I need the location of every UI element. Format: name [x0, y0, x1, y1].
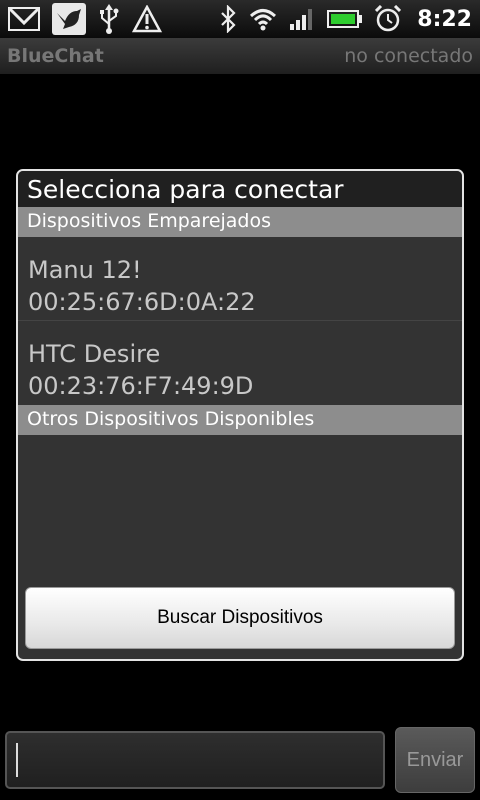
other-devices-list	[18, 435, 462, 577]
dialog-title: Selecciona para conectar	[18, 171, 462, 207]
wifi-icon	[249, 7, 277, 31]
paired-devices-list: Manu 12! 00:25:67:6D:0A:22 HTC Desire 00…	[18, 237, 462, 405]
battery-icon	[327, 8, 363, 30]
clock-time: 8:22	[417, 6, 472, 32]
device-item[interactable]: Manu 12! 00:25:67:6D:0A:22	[18, 237, 462, 321]
signal-icon	[289, 7, 315, 31]
title-bar: BlueChat no conectado	[0, 38, 480, 74]
device-address: 00:25:67:6D:0A:22	[28, 288, 256, 316]
device-picker-dialog: Selecciona para conectar Dispositivos Em…	[16, 169, 464, 661]
text-cursor	[16, 743, 18, 777]
bird-notification-icon	[52, 3, 86, 35]
scan-devices-button[interactable]: Buscar Dispositivos	[25, 587, 455, 649]
connection-status: no conectado	[344, 45, 473, 67]
warning-icon	[132, 5, 162, 33]
other-devices-header: Otros Dispositivos Disponibles	[18, 405, 462, 435]
app-title: BlueChat	[7, 45, 104, 67]
paired-devices-header: Dispositivos Emparejados	[18, 207, 462, 237]
device-name: HTC Desire	[28, 340, 161, 368]
device-item[interactable]: HTC Desire 00:23:76:F7:49:9D	[18, 321, 462, 405]
alarm-icon	[375, 5, 402, 33]
send-button[interactable]: Enviar	[395, 727, 475, 793]
device-address: 00:23:76:F7:49:9D	[28, 372, 254, 400]
device-name: Manu 12!	[28, 256, 142, 284]
message-input[interactable]	[5, 731, 385, 789]
gmail-icon	[8, 6, 40, 32]
bluetooth-icon	[219, 5, 237, 33]
status-bar: 8:22	[0, 0, 480, 38]
usb-icon	[98, 4, 120, 34]
